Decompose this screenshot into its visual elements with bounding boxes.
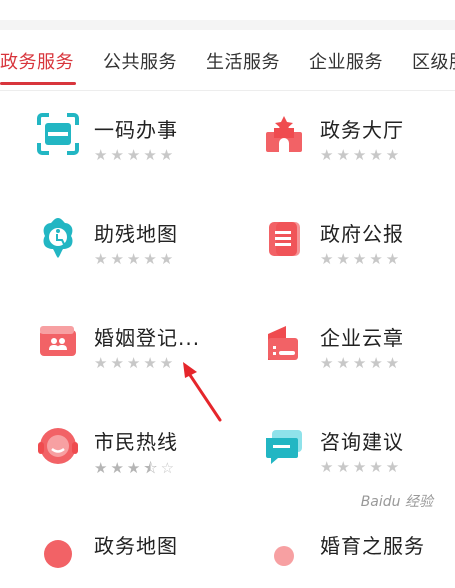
rating-stars: ★★★★★ [320,354,403,372]
tab-district-services[interactable]: 区级服 [412,48,455,74]
status-area [0,0,455,20]
maternity-service-icon [262,528,306,572]
government-map-icon [36,528,80,572]
gazette-document-icon [262,216,306,260]
rating-stars: ★★★★★ [320,250,403,268]
service-item-government-map[interactable]: 政务地图 [36,508,246,588]
disability-map-icon [36,216,80,260]
consult-chat-icon [262,424,306,468]
service-item-enterprise-seal[interactable]: 企业云章 ★★★★★ [262,300,455,380]
service-name: 一码办事 [94,118,178,142]
tab-government-services[interactable]: 政务服务 [0,48,74,74]
marriage-registration-icon [36,320,80,364]
service-name: 咨询建议 [320,430,404,454]
service-item-consultation[interactable]: 咨询建议 ★★★★★ [262,404,455,484]
rating-stars: ★★★★★ [94,146,177,164]
active-tab-indicator [0,82,76,85]
service-name: 婚姻登记... [94,326,201,350]
qr-scan-icon [36,112,80,156]
service-name: 市民热线 [94,430,178,454]
service-item-disability-map[interactable]: 助残地图 ★★★★★ [36,196,246,276]
category-tab-bar: 政务服务 公共服务 生活服务 企业服务 区级服 [0,30,455,91]
service-item-government-gazette[interactable]: 政府公报 ★★★★★ [262,196,455,276]
service-item-government-hall[interactable]: 政务大厅 ★★★★★ [262,92,455,172]
service-item-marriage-registration[interactable]: 婚姻登记... ★★★★★ [36,300,246,380]
service-name: 企业云章 [320,326,404,350]
rating-stars: ★★★★★ [320,146,403,164]
rating-stars: ★★★★★ [94,354,177,372]
service-item-one-code[interactable]: 一码办事 ★★★★★ [36,92,246,172]
section-gap [0,20,455,30]
service-name: 政务地图 [94,534,178,558]
rating-stars: ★★★⯪☆ [94,459,178,477]
tab-enterprise-services[interactable]: 企业服务 [309,48,383,74]
hotline-headset-icon [36,424,80,468]
service-item-maternity-service[interactable]: 婚育之服务 [262,508,455,588]
rating-stars: ★★★★★ [320,458,403,476]
tab-life-services[interactable]: 生活服务 [206,48,280,74]
service-name: 政务大厅 [320,118,404,142]
service-name: 婚育之服务 [320,534,425,558]
tab-public-services[interactable]: 公共服务 [103,48,177,74]
watermark-logo: Baidu 经验 [360,494,433,510]
enterprise-seal-icon [262,320,306,364]
service-name: 政府公报 [320,222,404,246]
rating-stars: ★★★★★ [94,250,177,268]
government-hall-icon [262,112,306,156]
service-item-citizen-hotline[interactable]: 市民热线 ★★★⯪☆ [36,404,246,484]
service-name: 助残地图 [94,222,178,246]
